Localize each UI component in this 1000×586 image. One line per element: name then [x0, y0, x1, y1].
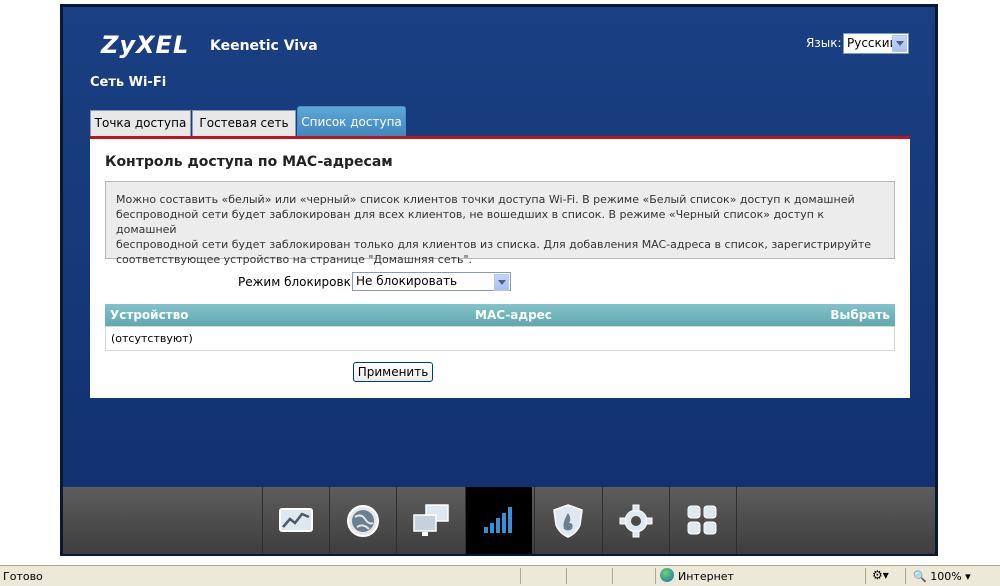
status-text: Готово — [3, 570, 43, 583]
block-mode-label: Режим блокировки: — [238, 275, 363, 289]
language-label: Язык: — [806, 36, 842, 50]
dock-item-internet[interactable] — [329, 487, 396, 554]
status-divider — [520, 568, 521, 584]
apply-button[interactable]: Применить — [353, 362, 433, 382]
table-row: (отсутствуют) — [105, 326, 895, 351]
dock-item-system[interactable] — [602, 487, 669, 554]
column-device: Устройство — [110, 308, 189, 322]
status-divider — [865, 568, 866, 584]
dock-item-home-network[interactable] — [396, 487, 463, 554]
brand-logo: ZyXEL — [101, 31, 190, 59]
block-mode-select[interactable]: Не блокировать — [352, 272, 511, 291]
language-value: Русский — [847, 36, 898, 50]
internet-zone-icon — [660, 568, 674, 582]
info-line: Можно составить «белый» или «черный» спи… — [116, 193, 855, 206]
tab-access-point[interactable]: Точка доступа — [90, 110, 191, 136]
status-divider — [655, 568, 656, 584]
security-zone: Интернет — [678, 570, 734, 583]
info-line: соответствующее устройство на странице "… — [116, 253, 473, 266]
dock-item-security[interactable] — [534, 487, 601, 554]
wifi-signal-icon — [484, 507, 512, 533]
status-divider — [566, 568, 567, 584]
protected-mode-icon[interactable]: ⚙▾ — [872, 568, 889, 582]
block-mode-value: Не блокировать — [356, 274, 458, 288]
status-divider — [905, 568, 906, 584]
monitoring-chart-icon — [279, 508, 313, 532]
empty-text: (отсутствуют) — [111, 332, 193, 345]
chevron-down-icon[interactable] — [892, 35, 907, 52]
model-name: Keenetic Viva — [210, 38, 318, 54]
apps-grid-icon — [687, 505, 717, 535]
internet-globe-icon — [347, 505, 379, 537]
home-network-icon — [413, 504, 449, 536]
tab-guest-network[interactable]: Гостевая сеть — [192, 110, 296, 136]
section-title: Сеть Wi-Fi — [90, 75, 167, 90]
status-divider — [612, 568, 613, 584]
system-gear-icon — [619, 504, 653, 538]
page-title: Контроль доступа по MAC-адресам — [105, 154, 393, 170]
chevron-down-icon[interactable] — [494, 274, 509, 291]
security-shield-icon — [553, 504, 583, 538]
column-mac: MAC-адрес — [475, 308, 552, 322]
info-line: беспроводной сети будет заблокирован для… — [116, 208, 825, 236]
zoom-value: 100% — [930, 570, 962, 583]
table-header: Устройство MAC-адрес Выбрать — [105, 304, 895, 326]
language-select[interactable]: Русский — [843, 33, 909, 54]
info-line: беспроводной сети будет заблокирован тол… — [116, 238, 872, 251]
content-panel — [90, 139, 910, 398]
tab-access-list[interactable]: Список доступа — [297, 106, 406, 136]
zoom-level[interactable]: 🔍 100% ▾ — [913, 570, 971, 583]
info-box: Можно составить «белый» или «черный» спи… — [105, 181, 895, 266]
column-select: Выбрать — [830, 308, 890, 322]
dock-item-wifi[interactable] — [465, 487, 532, 554]
dock-item-monitoring[interactable] — [262, 487, 329, 554]
dock-item-apps[interactable] — [669, 487, 737, 554]
browser-status-bar: Готово Интернет ⚙▾ 🔍 100% ▾ — [0, 565, 1000, 586]
